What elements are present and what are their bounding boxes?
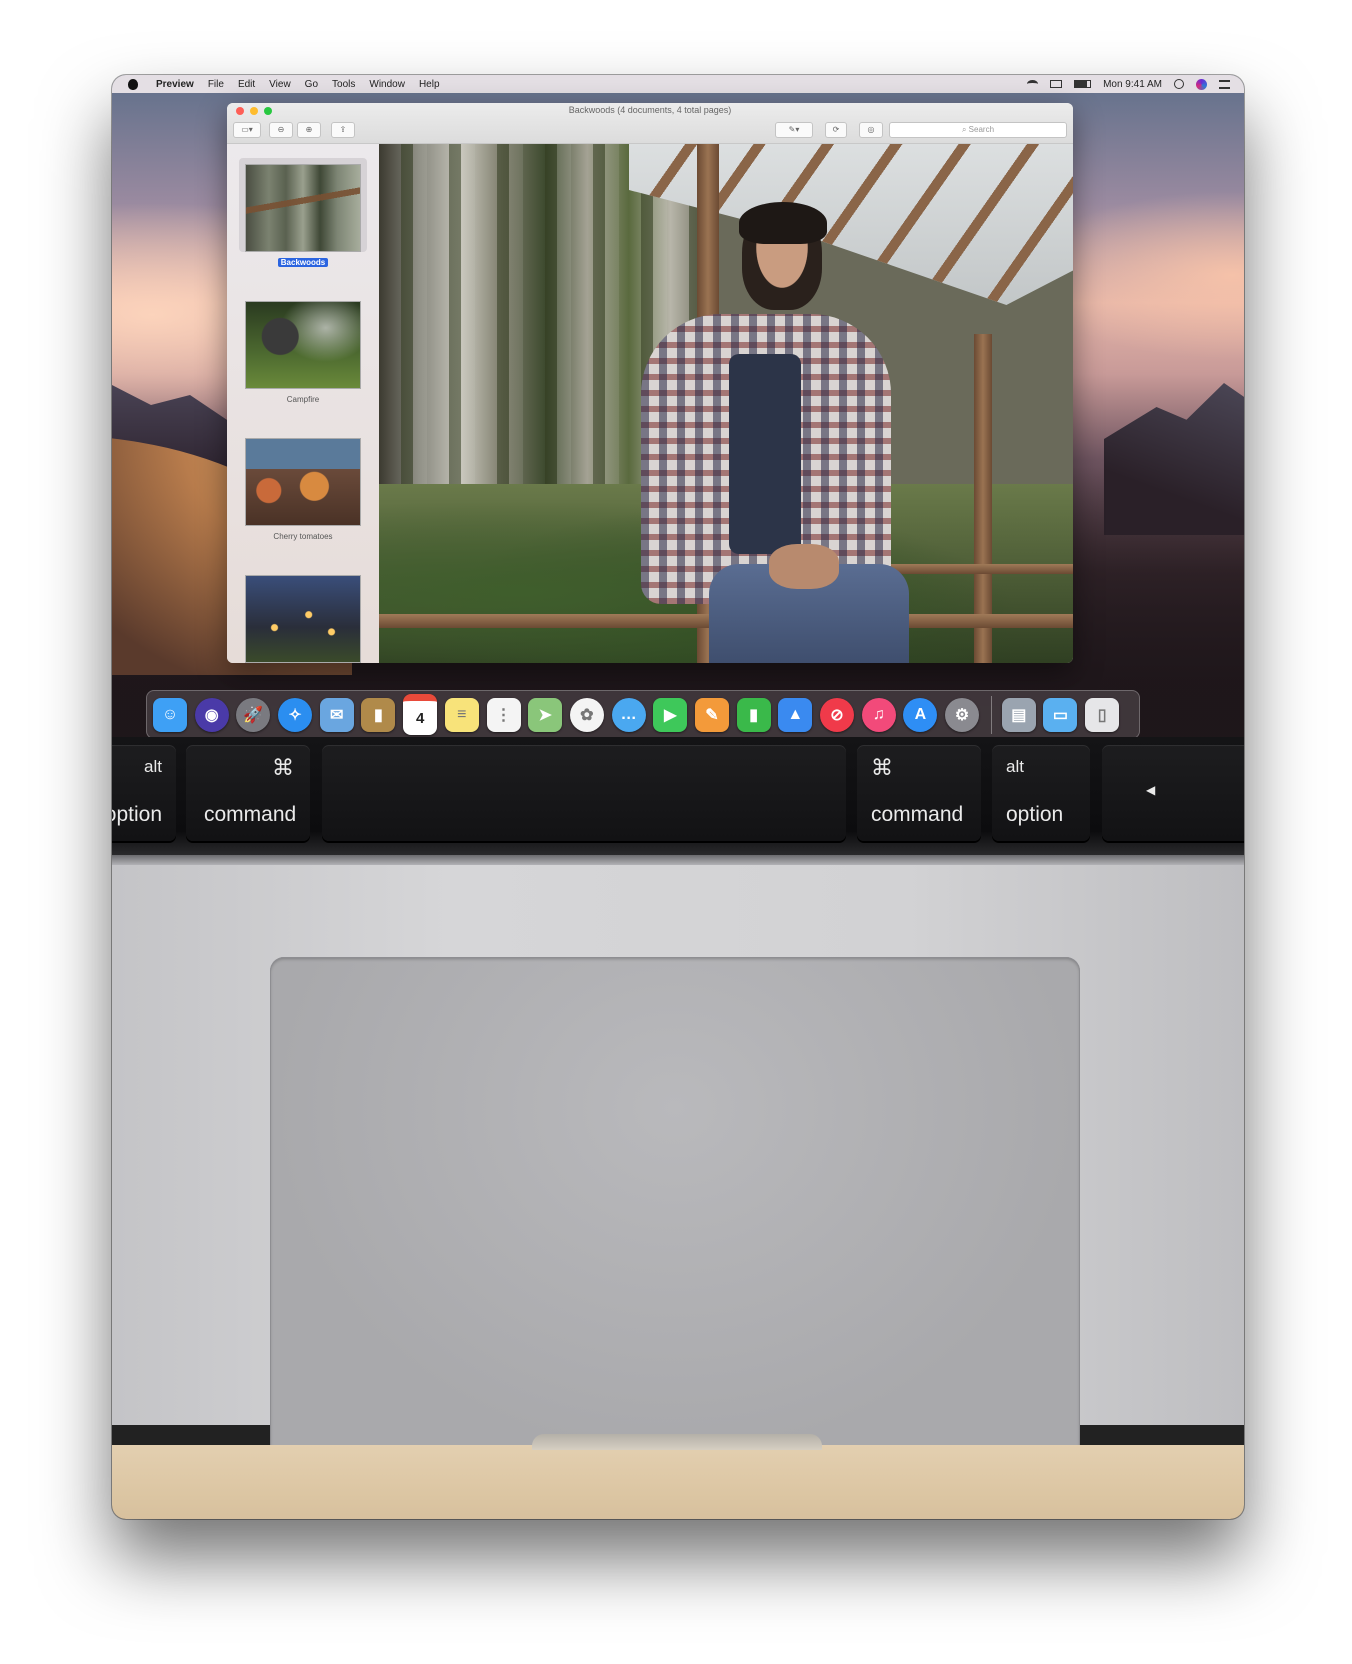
downloads-folder-icon[interactable]: ▭ — [1043, 697, 1078, 732]
safari-icon[interactable]: ✧ — [278, 697, 313, 732]
contacts-icon[interactable]: ▮ — [361, 697, 396, 732]
thumbnail-caption: Backwoods — [277, 258, 329, 267]
messages-icon[interactable]: … — [611, 697, 646, 732]
space-bar-key[interactable] — [322, 745, 846, 841]
left-option-key[interactable]: alt option — [112, 745, 176, 841]
photos-icon[interactable]: ✿ — [569, 697, 604, 732]
keyboard-bottom-row: alt option ⌘ command ⌘ command alt optio… — [112, 737, 1244, 855]
notification-center-icon[interactable] — [1219, 79, 1230, 89]
apple-menu-icon[interactable] — [128, 78, 138, 90]
zoom-in-button[interactable]: ⊕ — [297, 122, 321, 138]
left-arrow-key[interactable]: ◀ — [1102, 745, 1244, 841]
wifi-icon[interactable] — [1027, 80, 1039, 88]
zoom-out-button[interactable]: ⊖ — [269, 122, 293, 138]
mail-icon[interactable]: ✉ — [319, 697, 354, 732]
facetime-icon[interactable]: ▶ — [653, 697, 688, 732]
thumbnail-caption: Campfire — [286, 395, 320, 404]
key-top-label: ⌘ — [871, 755, 893, 780]
menu-app-name[interactable]: Preview — [156, 79, 194, 90]
window-title: Backwoods (4 documents, 4 total pages) — [568, 105, 732, 115]
menu-tools[interactable]: Tools — [332, 79, 355, 90]
menu-window[interactable]: Window — [369, 79, 405, 90]
window-titlebar: Backwoods (4 documents, 4 total pages) ▭… — [227, 103, 1073, 144]
wooden-desk — [112, 1445, 1244, 1519]
reminders-icon[interactable]: ⋮ — [486, 697, 521, 732]
menu-file[interactable]: File — [208, 79, 224, 90]
key-top-label: alt — [1006, 757, 1024, 776]
launchpad-icon[interactable]: 🚀 — [236, 697, 271, 732]
trackpad[interactable] — [270, 957, 1080, 1459]
right-command-key[interactable]: ⌘ command — [857, 745, 981, 841]
preview-window: Backwoods (4 documents, 4 total pages) ▭… — [227, 103, 1073, 663]
sidebar-item-cherry-tomatoes[interactable]: Cherry tomatoes — [245, 438, 361, 541]
photo-person-hair — [739, 202, 827, 244]
markup-toolbar-button[interactable]: ◎ — [859, 122, 883, 138]
left-command-key[interactable]: ⌘ command — [186, 745, 310, 841]
left-arrow-icon: ◀ — [1146, 783, 1156, 797]
photo-person-hands — [769, 544, 839, 589]
key-bottom-label: command — [871, 803, 964, 826]
key-bottom-label: command — [204, 803, 297, 826]
search-field[interactable]: ⌕ Search — [889, 122, 1067, 138]
key-top-label: alt — [144, 757, 162, 776]
sidebar-item-backwoods[interactable]: Backwoods — [245, 164, 361, 270]
thumbnail-image — [245, 575, 361, 663]
finder-icon[interactable]: ☺ — [153, 697, 187, 732]
music-icon[interactable]: ♫ — [861, 697, 896, 732]
menu-view[interactable]: View — [269, 79, 291, 90]
sidebar-item-lanterns[interactable] — [245, 575, 361, 663]
search-placeholder: Search — [968, 125, 995, 134]
laptop-photo-frame: Preview File Edit View Go Tools Window H… — [112, 75, 1244, 1519]
thumbnail-image — [245, 301, 361, 389]
dock: ☺ ◉ 🚀 ✧ ✉ ▮ 4 ≡ ⋮ ➤ ✿… ▶ ✎ ▮ ▲ ⊘ ♫ A ⚙ ▤ ▭ ▯ — [146, 690, 1140, 739]
notes-icon[interactable]: ≡ — [444, 697, 479, 732]
menu-go[interactable]: Go — [305, 79, 318, 90]
dock-separator — [990, 695, 992, 734]
battery-icon[interactable] — [1074, 80, 1092, 88]
preview-icon[interactable]: ▤ — [1001, 697, 1036, 732]
menu-help[interactable]: Help — [419, 79, 440, 90]
thumbnail-sidebar: Backwoods Campfire Cherry tomatoes — [227, 144, 379, 663]
siri-icon[interactable] — [1196, 78, 1207, 90]
trash-icon[interactable]: ▯ — [1085, 697, 1120, 732]
right-option-key[interactable]: alt option — [992, 745, 1090, 841]
sidebar-item-campfire[interactable]: Campfire — [245, 301, 361, 404]
menu-edit[interactable]: Edit — [238, 79, 255, 90]
photo-person-tshirt — [729, 354, 801, 554]
system-preferences-icon[interactable]: ⚙ — [945, 697, 980, 732]
news-icon[interactable]: ⊘ — [820, 697, 854, 732]
pages-icon[interactable]: ✎ — [694, 697, 729, 732]
photo-porch-rail — [879, 564, 1073, 574]
calendar-day-label: 4 — [415, 709, 425, 727]
rotate-button[interactable]: ⟳ — [825, 122, 847, 138]
thumbnail-caption: Cherry tomatoes — [273, 532, 333, 541]
maps-icon[interactable]: ➤ — [528, 697, 563, 732]
menu-bar: Preview File Edit View Go Tools Window H… — [112, 75, 1244, 93]
numbers-icon[interactable]: ▮ — [736, 697, 771, 732]
airplay-icon[interactable] — [1050, 80, 1063, 88]
calendar-icon[interactable]: 4 — [403, 694, 438, 735]
desktop-screen: Preview File Edit View Go Tools Window H… — [112, 75, 1244, 787]
document-image-view[interactable] — [379, 144, 1073, 663]
thumbnail-image — [245, 164, 361, 252]
app-store-icon[interactable]: A — [903, 697, 938, 732]
laptop-lid-notch — [532, 1434, 822, 1450]
spotlight-search-icon[interactable] — [1174, 79, 1184, 89]
keynote-icon[interactable]: ▲ — [778, 697, 813, 732]
sidebar-toggle-button[interactable]: ▭▾ — [233, 122, 261, 138]
laptop-palm-rest — [112, 865, 1244, 1459]
siri-icon[interactable]: ◉ — [194, 697, 229, 732]
key-bottom-label: option — [112, 803, 162, 826]
menu-clock[interactable]: Mon 9:41 AM — [1103, 79, 1162, 90]
share-button[interactable]: ⇪ — [331, 122, 355, 138]
thumbnail-image — [245, 438, 361, 526]
markup-pen-button[interactable]: ✎▾ — [775, 122, 813, 138]
wallpaper-mountain-right — [1104, 383, 1244, 535]
key-top-label: ⌘ — [272, 755, 294, 780]
key-bottom-label: option — [1006, 803, 1064, 826]
